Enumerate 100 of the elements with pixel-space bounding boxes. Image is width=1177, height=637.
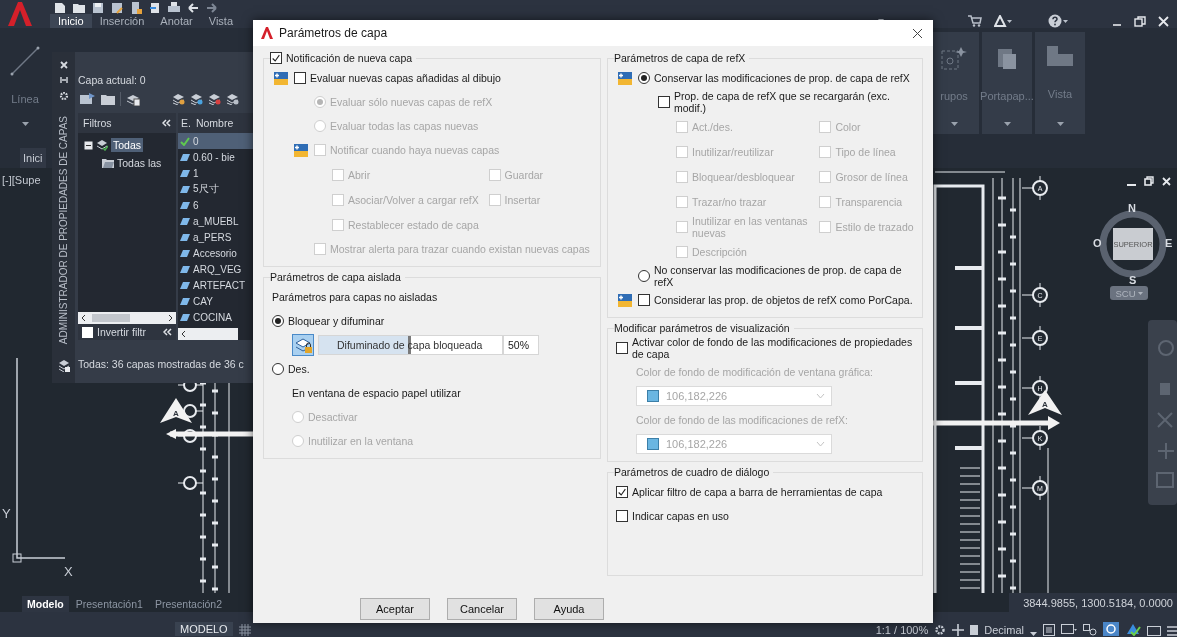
- group-icon: [941, 46, 967, 70]
- layer-name: a_MUEBL: [193, 215, 239, 227]
- layer-row[interactable]: a_MUEBL: [178, 213, 253, 229]
- file-icon[interactable]: [970, 624, 979, 636]
- monitor-icon[interactable]: [1061, 624, 1077, 636]
- layer-row[interactable]: 0.60 - bie: [178, 149, 253, 165]
- viewport-label[interactable]: [-][Supe: [2, 174, 41, 186]
- current-layer-label: Capa actual: 0: [78, 74, 147, 86]
- checkbox-label: Abrir: [348, 168, 371, 181]
- checkbox[interactable]: [616, 486, 628, 498]
- horizontal-scrollbar[interactable]: [78, 312, 176, 324]
- scale-button[interactable]: 1:1 / 100%: [875, 624, 929, 636]
- help-icon[interactable]: [1048, 14, 1068, 28]
- units-button[interactable]: Decimal: [984, 624, 1024, 636]
- horizontal-scrollbar[interactable]: [178, 328, 238, 340]
- checkbox-label: Prop. de capa de refX que se recargarán (exc. modif.): [674, 90, 891, 114]
- checkbox[interactable]: [616, 510, 628, 522]
- compass-direction[interactable]: E: [1165, 237, 1173, 249]
- shapes-icon[interactable]: [1083, 624, 1097, 636]
- model-space-button[interactable]: MODELO: [175, 622, 233, 636]
- close-icon[interactable]: [912, 27, 923, 39]
- grid-icon[interactable]: [238, 624, 251, 636]
- checkbox[interactable]: [270, 52, 282, 64]
- settings-icon[interactable]: [934, 624, 947, 636]
- dialog-button[interactable]: Ayuda: [534, 598, 604, 620]
- ribbon-tab[interactable]: Inicio: [50, 14, 92, 28]
- radio-label: Desactivar: [308, 411, 358, 423]
- layer-stack-icon[interactable]: [208, 93, 221, 105]
- checkbox[interactable]: [82, 326, 93, 338]
- layer-row[interactable]: Accesorio: [178, 245, 253, 261]
- layout-tab[interactable]: Modelo: [22, 596, 69, 612]
- checkbox-label: Bloquear/desbloquear: [692, 170, 795, 183]
- dialog-button[interactable]: Cancelar: [447, 598, 517, 620]
- collapse-box-icon[interactable]: [84, 140, 93, 150]
- new-filter-icon[interactable]: [80, 93, 96, 105]
- radio-button[interactable]: [272, 315, 284, 327]
- panel-label: rupos: [940, 90, 968, 102]
- restore-icon[interactable]: [1144, 176, 1154, 186]
- cart-icon[interactable]: [968, 15, 982, 27]
- radio-button[interactable]: [638, 72, 650, 84]
- plus-icon[interactable]: [952, 624, 965, 636]
- column-header[interactable]: Nombre: [195, 117, 234, 129]
- undo-icon[interactable]: [187, 2, 199, 14]
- collapse-icon[interactable]: [163, 328, 172, 336]
- caret-icon: [816, 441, 825, 447]
- tree-item[interactable]: Todas: [111, 138, 144, 152]
- layer-row[interactable]: 1: [178, 165, 253, 181]
- layer-stack-icon[interactable]: [190, 93, 203, 105]
- folder-icon[interactable]: [101, 93, 115, 105]
- layer-row[interactable]: a_PERS: [178, 229, 253, 245]
- save-icon[interactable]: [92, 2, 104, 14]
- ribbon-tab[interactable]: Vista: [200, 14, 241, 28]
- collapse-icon[interactable]: [162, 119, 171, 127]
- restore-icon[interactable]: [1134, 15, 1146, 27]
- layout-tab[interactable]: Presentación1: [70, 596, 148, 612]
- menu-icon[interactable]: [1167, 626, 1177, 636]
- radio-button[interactable]: [272, 363, 284, 375]
- layer-stack-icon[interactable]: [172, 93, 185, 105]
- save-as-icon[interactable]: [111, 2, 123, 14]
- compass-direction[interactable]: O: [1093, 237, 1102, 249]
- checkbox-label: Activar color de fondo de las modificaciones de propiedades de capa: [632, 336, 914, 360]
- checkbox[interactable]: [638, 294, 650, 306]
- layer-row[interactable]: COCINA: [178, 309, 253, 325]
- layer-stack-icon[interactable]: [226, 93, 239, 105]
- axis-label: X: [64, 564, 73, 579]
- dialog-button[interactable]: Aceptar: [360, 598, 430, 620]
- file-tab[interactable]: Inici: [20, 148, 46, 168]
- checkbox-label: Inutilizar en las ventanas nuevas: [692, 214, 809, 239]
- radio-button[interactable]: [638, 270, 650, 282]
- layer-stack-icon[interactable]: [126, 92, 140, 106]
- radio-label: Evaluar sólo nuevas capas de refX: [330, 96, 493, 108]
- checkbox[interactable]: [294, 72, 306, 84]
- print-icon[interactable]: [168, 2, 180, 14]
- column-header[interactable]: E.: [181, 117, 191, 129]
- ribbon-tab[interactable]: Anotar: [152, 14, 201, 28]
- caret-icon: [21, 122, 29, 126]
- compass-direction[interactable]: S: [1129, 274, 1137, 286]
- checkbox-label: Notificar cuando haya nuevas capas: [330, 144, 500, 156]
- caret-icon[interactable]: [1030, 632, 1037, 636]
- checkbox-label: Mostrar alerta para trazar cuando existan nuevas capas: [330, 243, 590, 255]
- layer-row[interactable]: ARQ_VEG: [178, 261, 253, 277]
- checkbox[interactable]: [658, 96, 670, 108]
- checkbox[interactable]: [616, 342, 628, 354]
- layer-name: 0.60 - bie: [193, 151, 235, 163]
- layer-row[interactable]: CAY: [178, 293, 253, 309]
- layer-row[interactable]: 0: [178, 133, 253, 149]
- pin-icon[interactable]: [59, 76, 68, 84]
- layer-row[interactable]: ARTEFACT: [178, 277, 253, 293]
- layer-row[interactable]: 5尺寸: [178, 181, 253, 197]
- tree-item[interactable]: Todas las: [117, 157, 162, 169]
- compass-direction[interactable]: N: [1128, 202, 1136, 214]
- layout-tab[interactable]: Presentación2: [149, 596, 228, 612]
- fullscreen-icon[interactable]: [1147, 624, 1161, 636]
- ribbon-tab[interactable]: Inserción: [91, 14, 153, 28]
- layer-row[interactable]: 6: [178, 197, 253, 213]
- layer-stack-icon[interactable]: [57, 359, 70, 373]
- redo-icon[interactable]: [206, 2, 218, 14]
- list-icon[interactable]: [1043, 624, 1055, 636]
- settings-icon[interactable]: [58, 91, 69, 101]
- triangle-icon[interactable]: [994, 14, 1012, 28]
